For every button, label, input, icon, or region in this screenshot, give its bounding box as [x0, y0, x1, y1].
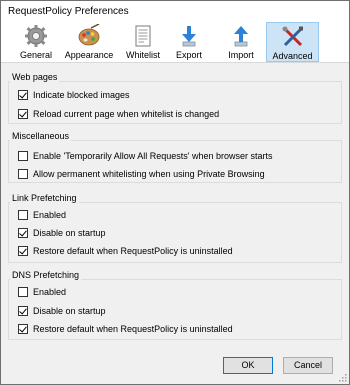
checkbox-box[interactable] — [18, 109, 28, 119]
ok-button[interactable]: OK — [223, 357, 273, 374]
checkbox-label: Allow permanent whitelisting when using … — [33, 169, 265, 179]
tab-label: Advanced — [272, 51, 313, 61]
tab-import[interactable]: Import — [221, 22, 261, 62]
tab-appearance[interactable]: Appearance — [61, 22, 117, 62]
group-title-dns-prefetching: DNS Prefetching — [10, 270, 82, 280]
palette-icon — [78, 24, 100, 46]
checkbox-link-prefetch-enabled[interactable]: Enabled — [18, 209, 66, 221]
tab-label: Whitelist — [125, 50, 160, 60]
checkbox-dns-prefetch-enabled[interactable]: Enabled — [18, 286, 66, 298]
checkbox-box[interactable] — [18, 210, 28, 220]
group-title-miscellaneous: Miscellaneous — [10, 131, 72, 141]
tab-label: Export — [175, 50, 202, 60]
checkbox-temp-allow-all[interactable]: Enable 'Temporarily Allow All Requests' … — [18, 150, 273, 162]
checkbox-label: Enabled — [33, 210, 67, 220]
tab-export[interactable]: Export — [171, 22, 207, 62]
cancel-button[interactable]: Cancel — [283, 357, 333, 374]
checkbox-dns-prefetch-disable-startup[interactable]: Disable on startup — [18, 305, 106, 317]
title-bar: RequestPolicy Preferences — [1, 1, 349, 21]
tab-whitelist[interactable]: Whitelist — [121, 22, 165, 62]
tab-label: General — [19, 50, 53, 60]
export-arrow-icon — [182, 26, 196, 47]
checkbox-box[interactable] — [18, 306, 28, 316]
tab-label: Import — [228, 50, 254, 60]
preferences-toolbar: General Appearance Whitelist Export Impo… — [1, 21, 349, 63]
import-arrow-icon — [234, 26, 248, 47]
tab-general[interactable]: General — [16, 22, 56, 62]
checkbox-label: Disable on startup — [33, 228, 106, 238]
checkbox-link-prefetch-disable-startup[interactable]: Disable on startup — [18, 227, 106, 239]
checkbox-private-browsing-whitelist[interactable]: Allow permanent whitelisting when using … — [18, 168, 265, 180]
resize-grip-icon[interactable] — [339, 374, 347, 382]
checkbox-box[interactable] — [18, 228, 28, 238]
tab-advanced[interactable]: Advanced — [266, 22, 319, 62]
checkbox-box[interactable] — [18, 287, 28, 297]
checkbox-label: Reload current page when whitelist is ch… — [33, 109, 220, 119]
checkbox-box[interactable] — [18, 169, 28, 179]
checkbox-label: Enabled — [33, 287, 67, 297]
checkbox-box[interactable] — [18, 246, 28, 256]
tab-label: Appearance — [64, 50, 114, 60]
checkbox-label: Disable on startup — [33, 306, 106, 316]
preferences-window: RequestPolicy Preferences General Appear… — [0, 0, 350, 385]
checkbox-link-prefetch-restore-default[interactable]: Restore default when RequestPolicy is un… — [18, 245, 233, 257]
checkbox-label: Enable 'Temporarily Allow All Requests' … — [33, 151, 273, 161]
checkbox-box[interactable] — [18, 90, 28, 100]
document-list-icon — [135, 25, 151, 47]
checkbox-label: Indicate blocked images — [33, 90, 130, 100]
group-title-link-prefetching: Link Prefetching — [10, 193, 79, 203]
checkbox-box[interactable] — [18, 324, 28, 334]
checkbox-reload-on-whitelist-change[interactable]: Reload current page when whitelist is ch… — [18, 108, 219, 120]
checkbox-indicate-blocked-images[interactable]: Indicate blocked images — [18, 89, 130, 101]
checkbox-label: Restore default when RequestPolicy is un… — [33, 324, 233, 334]
checkbox-box[interactable] — [18, 151, 28, 161]
checkbox-dns-prefetch-restore-default[interactable]: Restore default when RequestPolicy is un… — [18, 323, 233, 335]
checkbox-label: Restore default when RequestPolicy is un… — [33, 246, 233, 256]
group-title-web-pages: Web pages — [10, 72, 60, 82]
gear-icon — [25, 25, 47, 47]
tools-icon — [282, 26, 303, 47]
window-title: RequestPolicy Preferences — [8, 6, 129, 17]
